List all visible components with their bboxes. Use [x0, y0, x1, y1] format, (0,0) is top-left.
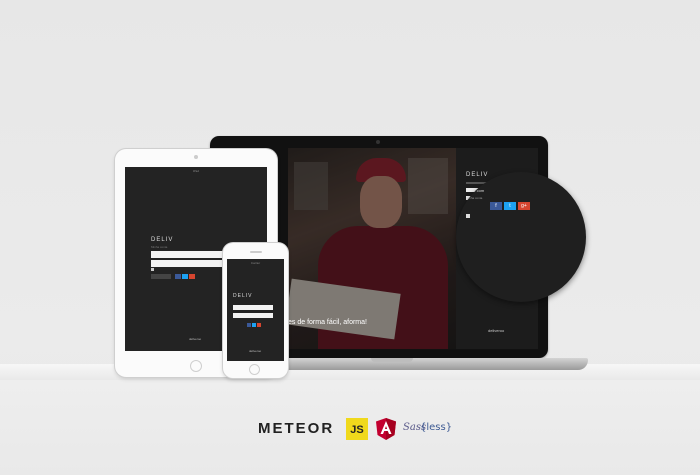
twitter-button[interactable]: [252, 323, 256, 327]
zoom-title: Entre com: [466, 188, 485, 193]
footer-logo: deliveroo: [249, 349, 262, 353]
password-field[interactable]: [233, 313, 273, 318]
facebook-button[interactable]: [175, 274, 181, 279]
zoom-magnifier: Entre com Minha conta f t g+: [456, 172, 586, 302]
tablet-camera: [194, 155, 198, 159]
remember-checkbox[interactable]: [151, 268, 154, 271]
angular-icon: [376, 418, 396, 440]
google-button[interactable]: [257, 323, 261, 327]
javascript-logo: JS: [346, 418, 368, 440]
footer-logo: deliveroo: [488, 328, 505, 333]
home-button[interactable]: [190, 360, 202, 372]
hero-tagline: es de forma fácil, aforma!: [288, 319, 367, 326]
brand-logo: DELIV: [151, 237, 174, 243]
delivery-man-photo: es de forma fácil, aforma!: [288, 148, 456, 349]
phone: Carrier DELIV deliveroo: [223, 243, 288, 378]
twitter-button[interactable]: t: [504, 202, 516, 210]
phone-speaker: [250, 251, 262, 253]
brand-logo: DELIV: [233, 293, 253, 299]
zoom-subtitle: Minha conta: [466, 196, 483, 200]
phone-screen: Carrier DELIV deliveroo: [227, 259, 284, 361]
login-subtitle: Minha conta: [151, 245, 168, 249]
twitter-button[interactable]: [182, 274, 188, 279]
laptop-notch: [371, 358, 413, 362]
meteor-logo: METEOR: [258, 420, 335, 437]
google-button[interactable]: [189, 274, 195, 279]
status-bar: Carrier: [250, 261, 261, 265]
less-logo: {less}: [420, 422, 453, 433]
google-button[interactable]: g+: [518, 202, 530, 210]
laptop-camera: [376, 140, 380, 144]
facebook-button[interactable]: [247, 323, 251, 327]
footer-logo: deliveroo: [189, 337, 202, 341]
login-button[interactable]: [151, 274, 171, 279]
home-button[interactable]: [249, 364, 260, 375]
brand-logo: DELIV: [466, 172, 489, 178]
email-field[interactable]: [233, 305, 273, 310]
facebook-button[interactable]: f: [490, 202, 502, 210]
remember-checkbox[interactable]: [466, 214, 470, 218]
status-bar: iPad: [192, 169, 199, 173]
